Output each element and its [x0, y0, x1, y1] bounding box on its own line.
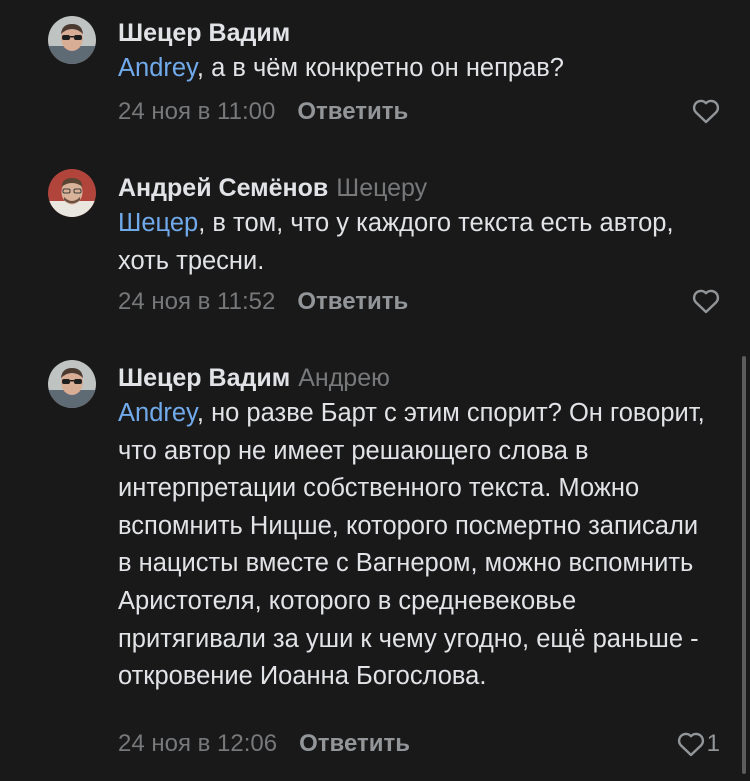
reply-button[interactable]: Ответить [299, 730, 410, 757]
heart-outline-icon [692, 288, 720, 314]
comment-header: Шецер Вадим Андрею [118, 363, 718, 393]
mention-link[interactable]: Andrey [118, 54, 197, 82]
mention-link[interactable]: Шецер [118, 209, 198, 237]
comment-text: Andrey, а в чём конкретно он неправ? [118, 50, 718, 88]
comment-date[interactable]: 24 ноя в 11:00 [118, 98, 275, 125]
heart-outline-icon [692, 98, 720, 124]
reply-button[interactable]: Ответить [297, 98, 408, 125]
reply-button[interactable]: Ответить [297, 288, 408, 315]
comment-text: Andrey, но разве Барт с этим спорит? Он … [118, 395, 713, 696]
heart-outline-icon [677, 731, 705, 757]
comment-meta: 24 ноя в 12:06 Ответить [118, 729, 410, 759]
reply-to-label[interactable]: Шецеру [336, 174, 427, 202]
comment-date[interactable]: 24 ноя в 12:06 [118, 730, 277, 757]
comment-body: , но разве Барт с этим спорит? Он говори… [118, 399, 705, 691]
scrollbar[interactable] [742, 356, 746, 774]
comment-body: , а в чём конкретно он неправ? [196, 54, 564, 82]
like-button[interactable] [692, 288, 722, 314]
like-count: 1 [706, 730, 720, 757]
avatar[interactable] [48, 169, 96, 217]
avatar[interactable] [48, 16, 96, 64]
comment-text: Шецер, в том, что у каждого текста есть … [118, 205, 678, 280]
comment-meta: 24 ноя в 11:00 Ответить [118, 97, 408, 127]
author-name[interactable]: Шецер Вадим [118, 19, 290, 47]
author-name[interactable]: Шецер Вадим [118, 364, 290, 392]
comment-header: Шецер Вадим [118, 18, 718, 48]
author-name[interactable]: Андрей Семёнов [118, 174, 328, 202]
mention-link[interactable]: Andrey [118, 399, 197, 427]
reply-to-label[interactable]: Андрею [298, 364, 390, 392]
like-button[interactable] [692, 98, 722, 124]
comment-body: , в том, что у каждого текста есть автор… [118, 209, 674, 275]
comment-date[interactable]: 24 ноя в 11:52 [118, 288, 275, 315]
avatar[interactable] [48, 360, 96, 408]
like-button[interactable]: 1 [677, 730, 720, 758]
comment-meta: 24 ноя в 11:52 Ответить [118, 287, 408, 317]
comment-header: Андрей Семёнов Шецеру [118, 173, 718, 203]
